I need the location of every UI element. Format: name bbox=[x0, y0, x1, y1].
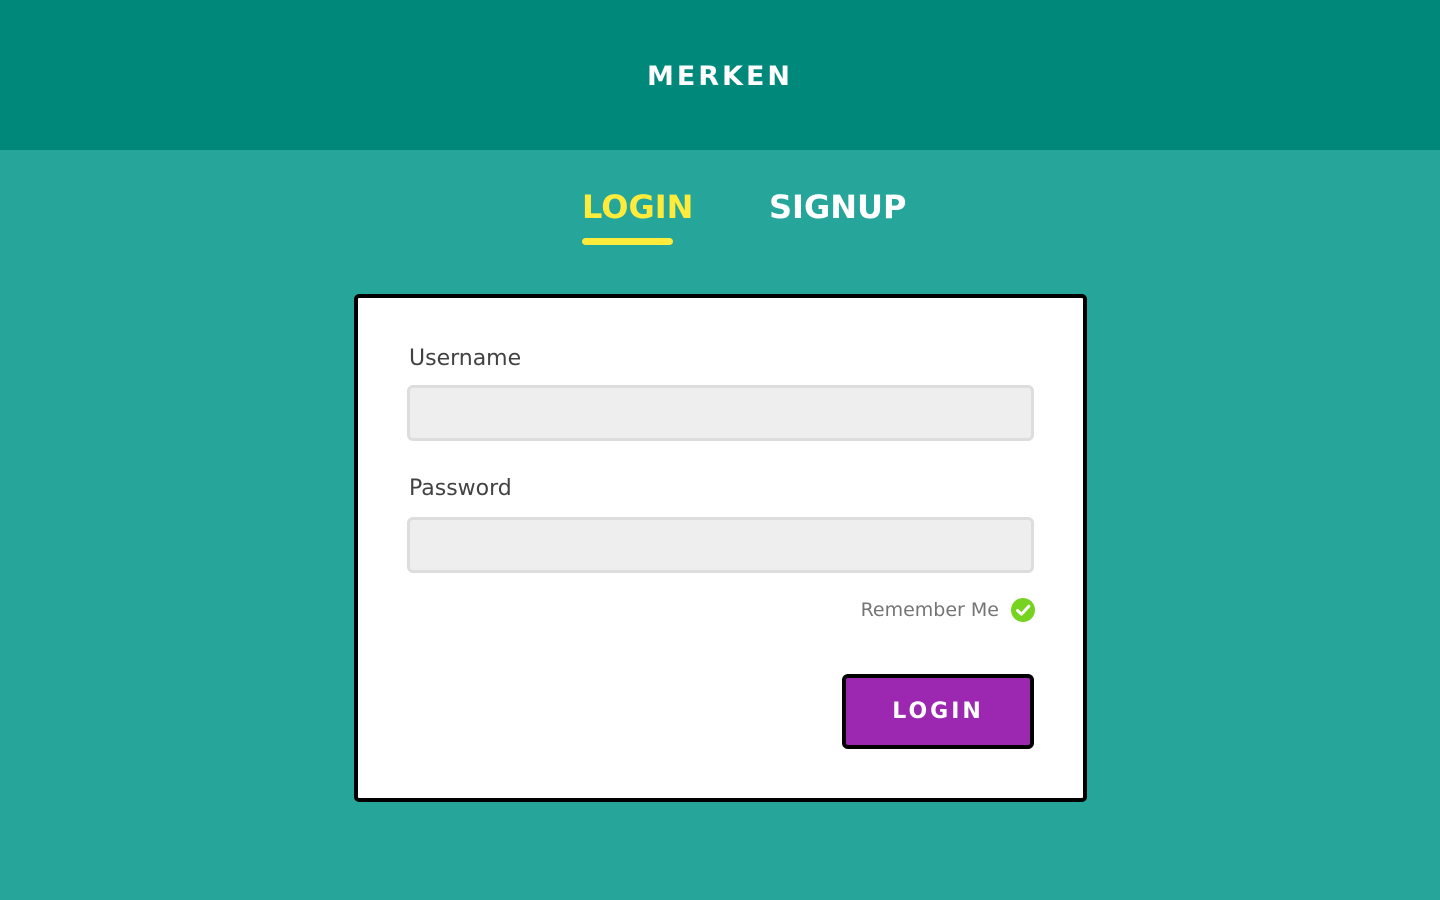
app-header: MERKEN bbox=[0, 0, 1440, 150]
remember-me-toggle[interactable]: Remember Me bbox=[861, 598, 1035, 622]
check-circle-icon[interactable] bbox=[1011, 598, 1035, 622]
app-logo: MERKEN bbox=[646, 60, 794, 92]
active-tab-indicator bbox=[582, 238, 673, 245]
tab-signup[interactable]: SIGNUP bbox=[769, 188, 906, 226]
username-label: Username bbox=[409, 346, 522, 371]
auth-tabs: LOGIN SIGNUP bbox=[0, 188, 1440, 248]
tab-login[interactable]: LOGIN bbox=[582, 188, 693, 226]
username-input[interactable] bbox=[407, 385, 1034, 441]
password-input[interactable] bbox=[407, 517, 1034, 573]
remember-me-label: Remember Me bbox=[860, 599, 999, 621]
login-button[interactable]: LOGIN bbox=[842, 674, 1034, 749]
password-label: Password bbox=[409, 476, 512, 501]
login-card: Username Password Remember Me LOGIN bbox=[354, 294, 1087, 802]
